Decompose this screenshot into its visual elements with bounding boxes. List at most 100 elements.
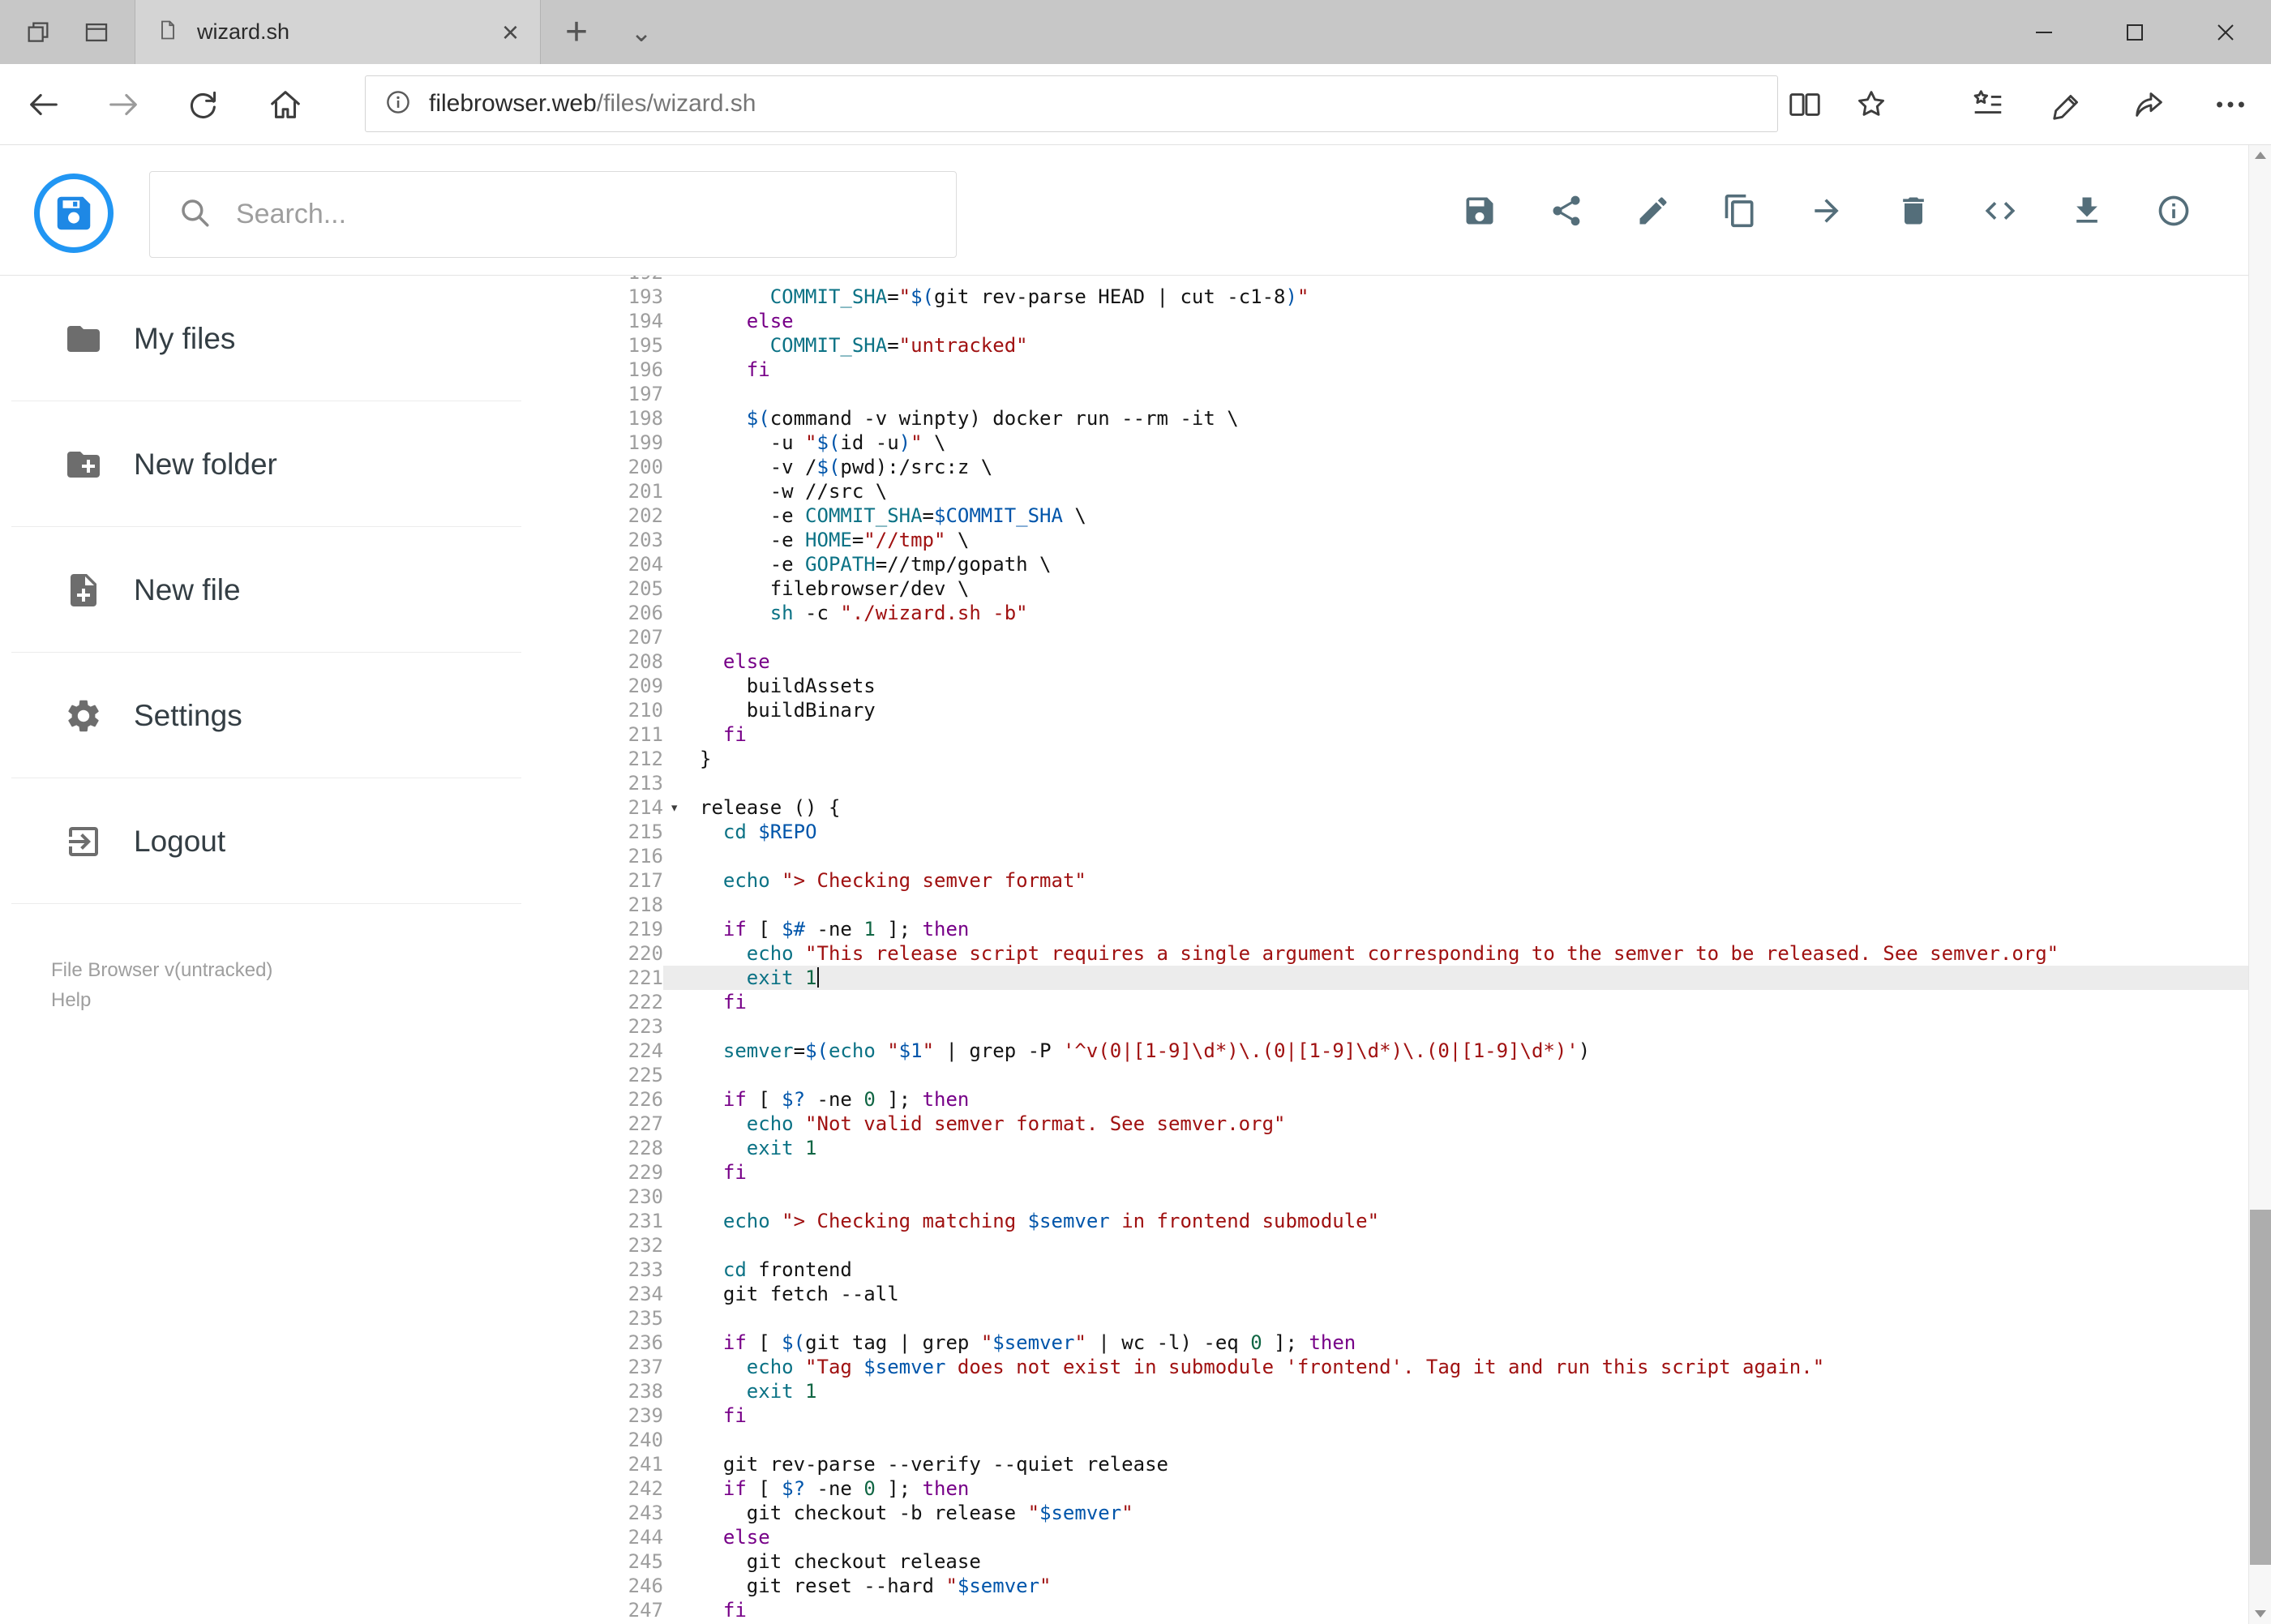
url-field[interactable]: filebrowser.web/files/wizard.sh — [365, 75, 1778, 132]
code-text[interactable]: -e HOME="//tmp" \ — [700, 528, 2248, 552]
code-text[interactable] — [700, 382, 2248, 406]
edit-icon[interactable] — [1635, 193, 1671, 229]
fold-marker-icon[interactable]: ▾ — [663, 795, 700, 820]
code-line[interactable]: 245 git checkout release — [521, 1549, 2248, 1574]
close-tab-icon[interactable]: × — [502, 17, 519, 47]
code-text[interactable]: sh -c "./wizard.sh -b" — [700, 601, 2248, 625]
code-text[interactable]: -u "$(id -u)" \ — [700, 431, 2248, 455]
code-text[interactable]: git checkout -b release "$semver" — [700, 1501, 2248, 1525]
code-line[interactable]: 216 — [521, 844, 2248, 868]
code-text[interactable]: release () { — [700, 795, 2248, 820]
code-line[interactable]: 227 echo "Not valid semver format. See s… — [521, 1112, 2248, 1136]
maximize-button[interactable] — [2089, 0, 2180, 64]
scroll-down-icon[interactable] — [2255, 1610, 2266, 1618]
code-line[interactable]: 206 sh -c "./wizard.sh -b" — [521, 601, 2248, 625]
share-icon[interactable] — [2131, 86, 2168, 123]
code-line[interactable]: 229 fi — [521, 1160, 2248, 1185]
code-line[interactable]: 195 COMMIT_SHA="untracked" — [521, 333, 2248, 358]
code-text[interactable]: cd frontend — [700, 1258, 2248, 1282]
code-line[interactable]: 196 fi — [521, 358, 2248, 382]
code-line[interactable]: 233 cd frontend — [521, 1258, 2248, 1282]
code-line[interactable]: 232 — [521, 1233, 2248, 1258]
code-text[interactable] — [700, 893, 2248, 917]
share-file-icon[interactable] — [1549, 193, 1584, 229]
code-line[interactable]: 226 if [ $? -ne 0 ]; then — [521, 1087, 2248, 1112]
code-line[interactable]: 224 semver=$(echo "$1" | grep -P '^v(0|[… — [521, 1039, 2248, 1063]
scrollbar[interactable] — [2248, 145, 2271, 1624]
code-text[interactable]: fi — [700, 1160, 2248, 1185]
code-line[interactable]: 230 — [521, 1185, 2248, 1209]
code-line[interactable]: 193 COMMIT_SHA="$(git rev-parse HEAD | c… — [521, 285, 2248, 309]
code-text[interactable]: exit 1 — [700, 966, 2248, 990]
code-text[interactable]: echo "> Checking semver format" — [700, 868, 2248, 893]
copy-icon[interactable] — [1722, 193, 1758, 229]
code-text[interactable]: fi — [700, 990, 2248, 1014]
code-text[interactable]: exit 1 — [700, 1136, 2248, 1160]
more-options-icon[interactable] — [2212, 86, 2249, 123]
code-text[interactable]: exit 1 — [700, 1379, 2248, 1403]
download-icon[interactable] — [2069, 193, 2105, 229]
code-text[interactable] — [700, 625, 2248, 649]
hub-icon[interactable] — [1969, 86, 2006, 123]
code-text[interactable]: fi — [700, 1403, 2248, 1428]
code-line[interactable]: 203 -e HOME="//tmp" \ — [521, 528, 2248, 552]
refresh-icon[interactable] — [184, 86, 221, 123]
code-text[interactable]: else — [700, 309, 2248, 333]
code-line[interactable]: 241 git rev-parse --verify --quiet relea… — [521, 1452, 2248, 1476]
code-line[interactable]: 204 -e GOPATH=//tmp/gopath \ — [521, 552, 2248, 576]
code-text[interactable]: -e COMMIT_SHA=$COMMIT_SHA \ — [700, 503, 2248, 528]
code-text[interactable]: fi — [700, 722, 2248, 747]
tab-list-chevron-icon[interactable]: ⌄ — [612, 0, 671, 64]
code-line[interactable]: 213 — [521, 771, 2248, 795]
search-box[interactable] — [149, 171, 957, 258]
delete-icon[interactable] — [1896, 193, 1931, 229]
code-line[interactable]: 220 echo "This release script requires a… — [521, 941, 2248, 966]
code-text[interactable]: } — [700, 747, 2248, 771]
code-line[interactable]: 212} — [521, 747, 2248, 771]
move-icon[interactable] — [1809, 193, 1845, 229]
help-link[interactable]: Help — [51, 985, 272, 1015]
scrollbar-thumb[interactable] — [2250, 1210, 2271, 1566]
code-text[interactable]: git reset --hard "$semver" — [700, 1574, 2248, 1598]
sidebar-item-new-file[interactable]: New file — [0, 527, 521, 653]
code-line[interactable]: 228 exit 1 — [521, 1136, 2248, 1160]
filebrowser-logo[interactable] — [34, 174, 114, 253]
code-text[interactable]: echo "Not valid semver format. See semve… — [700, 1112, 2248, 1136]
code-text[interactable]: if [ $? -ne 0 ]; then — [700, 1087, 2248, 1112]
code-text[interactable]: buildBinary — [700, 698, 2248, 722]
code-line[interactable]: 200 -v /$(pwd):/src:z \ — [521, 455, 2248, 479]
code-text[interactable]: semver=$(echo "$1" | grep -P '^v(0|[1-9]… — [700, 1039, 2248, 1063]
code-text[interactable]: -e GOPATH=//tmp/gopath \ — [700, 552, 2248, 576]
code-text[interactable]: $(command -v winpty) docker run --rm -it… — [700, 406, 2248, 431]
code-text[interactable]: else — [700, 649, 2248, 674]
browser-tab[interactable]: wizard.sh × — [135, 0, 541, 64]
code-text[interactable]: COMMIT_SHA="$(git rev-parse HEAD | cut -… — [700, 285, 2248, 309]
sidebar-item-my-files[interactable]: My files — [0, 276, 521, 401]
code-line[interactable]: 236 if [ $(git tag | grep "$semver" | wc… — [521, 1330, 2248, 1355]
code-line[interactable]: 244 else — [521, 1525, 2248, 1549]
code-line[interactable]: 240 — [521, 1428, 2248, 1452]
code-text[interactable]: COMMIT_SHA="untracked" — [700, 333, 2248, 358]
code-text[interactable]: filebrowser/dev \ — [700, 576, 2248, 601]
code-line[interactable]: 211 fi — [521, 722, 2248, 747]
code-line[interactable]: 225 — [521, 1063, 2248, 1087]
code-text[interactable] — [700, 1428, 2248, 1452]
code-line[interactable]: 207 — [521, 625, 2248, 649]
search-input[interactable] — [236, 199, 932, 230]
code-line[interactable]: 214 ▾ release () { — [521, 795, 2248, 820]
code-line[interactable]: 201 -w //src \ — [521, 479, 2248, 503]
code-line[interactable]: 242 if [ $? -ne 0 ]; then — [521, 1476, 2248, 1501]
scroll-up-icon[interactable] — [2255, 152, 2266, 159]
code-line[interactable]: 210 buildBinary — [521, 698, 2248, 722]
code-text[interactable]: if [ $? -ne 0 ]; then — [700, 1476, 2248, 1501]
minimize-button[interactable] — [1999, 0, 2089, 64]
code-line[interactable]: 208 else — [521, 649, 2248, 674]
code-text[interactable]: -v /$(pwd):/src:z \ — [700, 455, 2248, 479]
code-text[interactable]: -w //src \ — [700, 479, 2248, 503]
code-line[interactable]: 234 git fetch --all — [521, 1282, 2248, 1306]
info-icon[interactable] — [2156, 193, 2192, 229]
save-icon[interactable] — [1462, 193, 1498, 229]
home-icon[interactable] — [267, 86, 304, 123]
code-text[interactable] — [700, 771, 2248, 795]
code-text[interactable]: cd $REPO — [700, 820, 2248, 844]
